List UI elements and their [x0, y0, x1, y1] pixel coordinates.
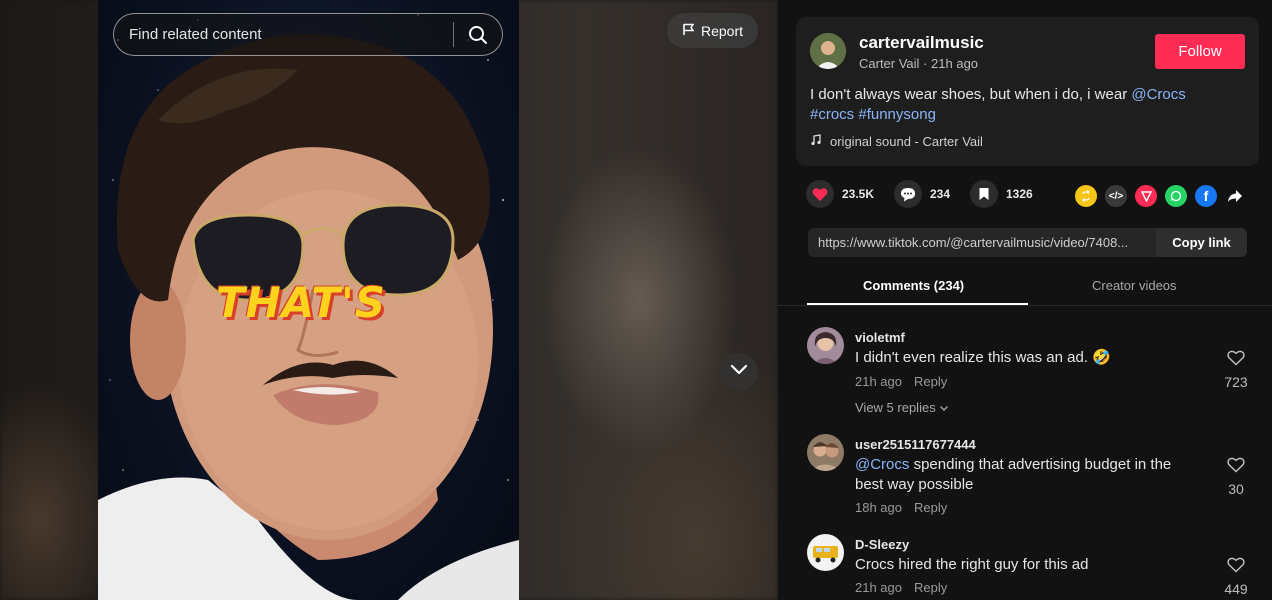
hashtag-link[interactable]: #funnysong [858, 106, 936, 123]
comment-meta: 21h ago Reply [855, 580, 947, 595]
author-subline: Carter Vail · 21h ago [859, 56, 978, 71]
details-panel: cartervailmusic Carter Vail · 21h ago Fo… [778, 0, 1272, 600]
search-input[interactable]: Find related content [114, 26, 453, 43]
whatsapp-icon[interactable] [1165, 185, 1187, 207]
view-replies-label: View 5 replies [855, 400, 936, 415]
embed-icon[interactable]: </> [1105, 185, 1127, 207]
mention-link[interactable]: @Crocs [1131, 86, 1185, 103]
heart-outline-icon [1227, 350, 1245, 370]
comment-time: 21h ago [855, 374, 902, 389]
music-note-icon [810, 134, 822, 149]
separator-dot: · [923, 56, 932, 71]
chevron-down-icon [939, 400, 949, 415]
save-button[interactable]: 1326 [970, 180, 1033, 208]
mention-link[interactable]: @Crocs [855, 456, 909, 473]
chevron-down-icon [730, 363, 748, 381]
comment-item: user2515117677444 @Crocs spending that a… [807, 434, 1257, 524]
view-replies-button[interactable]: View 5 replies [855, 400, 949, 415]
comment-like-button[interactable]: 30 [1215, 457, 1257, 497]
avatar[interactable] [807, 534, 844, 571]
sound-link[interactable]: original sound - Carter Vail [810, 134, 983, 149]
follow-button[interactable]: Follow [1155, 34, 1245, 69]
comment-item: violetmf I didn't even realize this was … [807, 327, 1257, 422]
like-button[interactable]: 23.5K [806, 180, 874, 208]
avatar[interactable] [807, 434, 844, 471]
comment-like-count: 30 [1228, 481, 1244, 497]
search-bar[interactable]: Find related content [113, 13, 503, 56]
video-area: THAT'S Find related content Report [0, 0, 778, 600]
video-player[interactable]: THAT'S [98, 0, 519, 600]
panel-tabs: Comments (234) Creator videos [778, 268, 1272, 306]
next-video-button[interactable] [720, 353, 758, 391]
comment-button[interactable]: 234 [894, 180, 950, 208]
author-username[interactable]: cartervailmusic [859, 33, 984, 53]
save-count: 1326 [1006, 187, 1033, 201]
comment-time: 18h ago [855, 500, 902, 515]
action-bar: 23.5K 234 1326 </> f [806, 180, 1246, 212]
reply-button[interactable]: Reply [914, 500, 947, 515]
comment-meta: 21h ago Reply [855, 374, 947, 389]
like-count: 23.5K [842, 187, 875, 201]
author-display-name: Carter Vail [859, 56, 920, 71]
share-arrow-icon[interactable] [1224, 185, 1246, 207]
comment-text: Crocs hired the right guy for this ad [855, 556, 1089, 573]
flag-icon [682, 23, 695, 39]
comment-text: @Crocs spending that advertising budget … [855, 455, 1195, 495]
comment-count: 234 [930, 187, 951, 201]
heart-outline-icon [1227, 457, 1245, 477]
comment-meta: 18h ago Reply [855, 500, 947, 515]
video-url[interactable]: https://www.tiktok.com/@cartervailmusic/… [808, 235, 1156, 250]
comment-time: 21h ago [855, 580, 902, 595]
heart-icon [806, 180, 834, 208]
search-icon[interactable] [454, 14, 502, 55]
comment-icon [894, 180, 922, 208]
post-time: 21h ago [931, 56, 979, 71]
avatar[interactable] [810, 33, 846, 69]
tab-comments[interactable]: Comments (234) [863, 278, 964, 293]
comment-username[interactable]: violetmf [855, 330, 905, 345]
tiktok-video-page: THAT'S Find related content Report carte… [0, 0, 1272, 600]
comment-like-count: 723 [1224, 374, 1248, 390]
video-caption: I don't always wear shoes, but when i do… [810, 85, 1230, 125]
video-caption-overlay: THAT'S [216, 278, 387, 327]
comment-username[interactable]: D-Sleezy [855, 537, 909, 552]
tab-creator-videos[interactable]: Creator videos [1092, 278, 1177, 293]
heart-outline-icon [1227, 557, 1245, 577]
report-button[interactable]: Report [667, 13, 758, 48]
comment-text: I didn't even realize this was an ad. 🤣 [855, 349, 1111, 366]
hashtag-link[interactable]: #crocs [810, 106, 854, 123]
avatar[interactable] [807, 327, 844, 364]
repost-icon[interactable] [1075, 185, 1097, 207]
facebook-icon[interactable]: f [1195, 185, 1217, 207]
comment-like-count: 449 [1224, 581, 1248, 597]
comment-username[interactable]: user2515117677444 [855, 437, 976, 452]
active-tab-indicator [807, 303, 1028, 305]
report-label: Report [700, 22, 744, 39]
video-info-card: cartervailmusic Carter Vail · 21h ago Fo… [796, 17, 1259, 166]
comment-like-button[interactable]: 449 [1215, 557, 1257, 597]
copy-link-button[interactable]: Copy link [1156, 228, 1247, 257]
share-link-box: https://www.tiktok.com/@cartervailmusic/… [808, 228, 1247, 257]
reply-button[interactable]: Reply [914, 580, 947, 595]
sound-label: original sound - Carter Vail [830, 134, 983, 149]
send-icon[interactable] [1135, 185, 1157, 207]
bookmark-icon [970, 180, 998, 208]
reply-button[interactable]: Reply [914, 374, 947, 389]
comment-item: D-Sleezy Crocs hired the right guy for t… [807, 534, 1257, 600]
caption-text: I don't always wear shoes, but when i do… [810, 86, 1132, 103]
comment-like-button[interactable]: 723 [1215, 350, 1257, 390]
